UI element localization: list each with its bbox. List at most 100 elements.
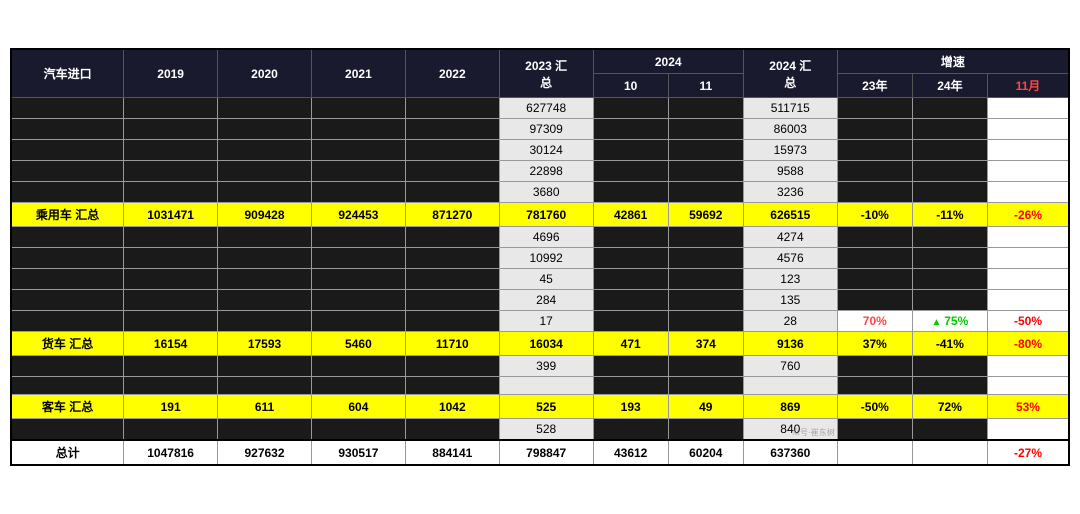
row-value-0 xyxy=(124,419,218,441)
row-value-3: 1042 xyxy=(405,395,499,419)
table-row: 货车 汇总16154175935460117101603447137491363… xyxy=(11,332,1069,356)
row-value-1: 927632 xyxy=(218,440,312,465)
row-value-2 xyxy=(311,311,405,332)
row-2024-11: 49 xyxy=(668,395,743,419)
row-2024-11 xyxy=(668,119,743,140)
row-2024-10 xyxy=(593,182,668,203)
row-speed-24 xyxy=(912,269,987,290)
row-value-2: 5460 xyxy=(311,332,405,356)
row-2023-total: 30124 xyxy=(499,140,593,161)
row-speed-11: -26% xyxy=(987,203,1069,227)
row-2024-10 xyxy=(593,419,668,441)
row-value-3 xyxy=(405,98,499,119)
table-row xyxy=(11,377,1069,395)
row-2024-11 xyxy=(668,248,743,269)
row-speed-23 xyxy=(837,290,912,311)
row-2024-total: 869 xyxy=(743,395,837,419)
row-speed-23 xyxy=(837,182,912,203)
row-2023-total: 528 xyxy=(499,419,593,441)
row-label: 货车 汇总 xyxy=(11,332,124,356)
row-value-2 xyxy=(311,98,405,119)
row-speed-23: -10% xyxy=(837,203,912,227)
row-value-2: 924453 xyxy=(311,203,405,227)
col-header-name: 汽车进口 xyxy=(11,49,124,98)
row-speed-24 xyxy=(912,356,987,377)
row-value-1: 611 xyxy=(218,395,312,419)
col-header-2019: 2019 xyxy=(124,49,218,98)
row-2024-11: 374 xyxy=(668,332,743,356)
col-header-speed-24: 24年 xyxy=(912,74,987,98)
row-speed-11: 53% xyxy=(987,395,1069,419)
row-2024-11 xyxy=(668,419,743,441)
row-speed-24 xyxy=(912,182,987,203)
row-2024-10 xyxy=(593,227,668,248)
row-value-2 xyxy=(311,269,405,290)
row-speed-24: ▲ 75% xyxy=(912,311,987,332)
row-value-3 xyxy=(405,269,499,290)
row-speed-23: 70% xyxy=(837,311,912,332)
row-value-1: 17593 xyxy=(218,332,312,356)
row-value-0 xyxy=(124,290,218,311)
table-row: 284135 xyxy=(11,290,1069,311)
row-speed-23: 37% xyxy=(837,332,912,356)
row-value-0: 16154 xyxy=(124,332,218,356)
row-value-3 xyxy=(405,161,499,182)
row-value-0: 1047816 xyxy=(124,440,218,465)
row-label: 乘用车 汇总 xyxy=(11,203,124,227)
row-speed-23 xyxy=(837,356,912,377)
table-row: 228989588 xyxy=(11,161,1069,182)
row-value-1 xyxy=(218,377,312,395)
table-row: 46964274 xyxy=(11,227,1069,248)
row-value-1 xyxy=(218,140,312,161)
row-label xyxy=(11,269,124,290)
row-2023-total: 399 xyxy=(499,356,593,377)
row-value-0 xyxy=(124,119,218,140)
row-value-2 xyxy=(311,140,405,161)
row-speed-24: 72% xyxy=(912,395,987,419)
row-2023-total: 627748 xyxy=(499,98,593,119)
row-value-0 xyxy=(124,311,218,332)
row-speed-24 xyxy=(912,440,987,465)
row-value-0 xyxy=(124,248,218,269)
row-2024-total: 28 xyxy=(743,311,837,332)
row-speed-24 xyxy=(912,419,987,441)
row-2024-10: 43612 xyxy=(593,440,668,465)
table-row: 627748511715 xyxy=(11,98,1069,119)
row-2024-10 xyxy=(593,311,668,332)
row-value-1 xyxy=(218,290,312,311)
row-2023-total: 22898 xyxy=(499,161,593,182)
row-label xyxy=(11,356,124,377)
row-value-0 xyxy=(124,377,218,395)
header-row-1: 汽车进口 2019 2020 2021 2022 2023 汇总 2024 20… xyxy=(11,49,1069,74)
row-label: 总计 xyxy=(11,440,124,465)
row-2024-10 xyxy=(593,269,668,290)
row-speed-11 xyxy=(987,290,1069,311)
row-value-3 xyxy=(405,419,499,441)
row-value-2 xyxy=(311,377,405,395)
row-label xyxy=(11,140,124,161)
row-value-2: 930517 xyxy=(311,440,405,465)
row-speed-23: -50% xyxy=(837,395,912,419)
row-speed-24 xyxy=(912,290,987,311)
row-value-3 xyxy=(405,377,499,395)
row-2024-11 xyxy=(668,182,743,203)
table-row: 9730986003 xyxy=(11,119,1069,140)
row-speed-11: -50% xyxy=(987,311,1069,332)
row-2024-total: 4274 xyxy=(743,227,837,248)
row-2024-11: 59692 xyxy=(668,203,743,227)
row-speed-11 xyxy=(987,356,1069,377)
row-value-3: 11710 xyxy=(405,332,499,356)
row-speed-23 xyxy=(837,269,912,290)
row-speed-11 xyxy=(987,419,1069,441)
row-value-3 xyxy=(405,311,499,332)
row-value-1 xyxy=(218,419,312,441)
row-value-3 xyxy=(405,119,499,140)
row-2024-11 xyxy=(668,269,743,290)
row-value-1 xyxy=(218,311,312,332)
row-value-1 xyxy=(218,119,312,140)
col-header-10: 10 xyxy=(593,74,668,98)
row-2024-11 xyxy=(668,98,743,119)
row-2024-10: 42861 xyxy=(593,203,668,227)
row-2024-total: 86003 xyxy=(743,119,837,140)
row-speed-24 xyxy=(912,248,987,269)
